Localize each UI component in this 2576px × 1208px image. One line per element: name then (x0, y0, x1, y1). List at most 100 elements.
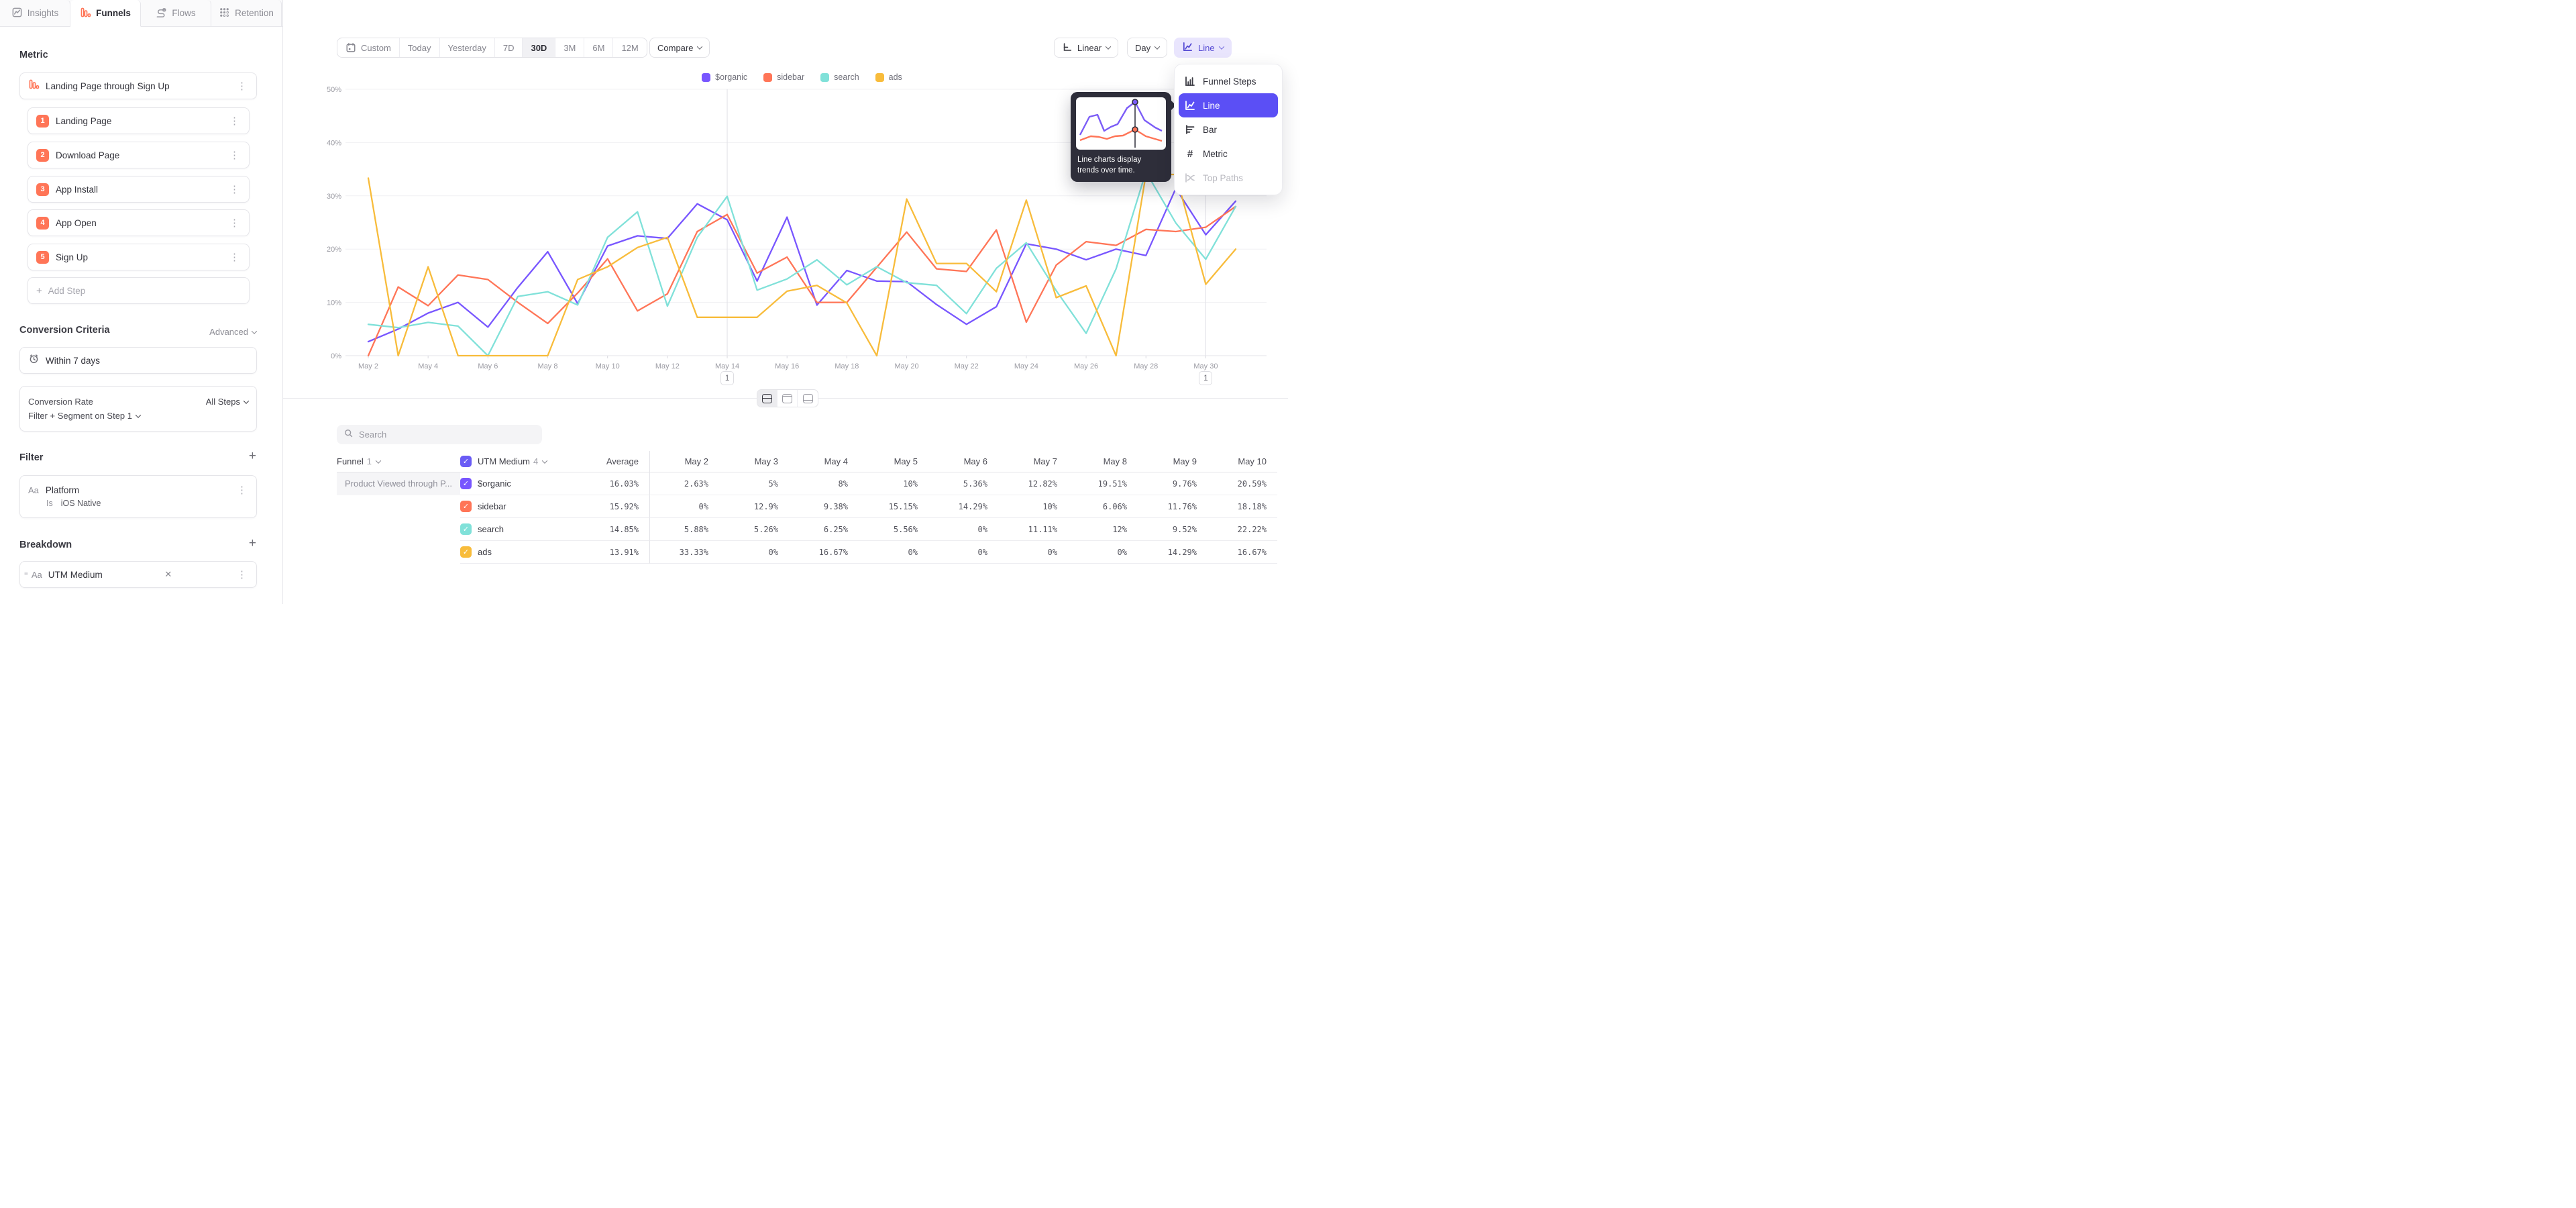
value-cell: 6.06% (1068, 495, 1138, 518)
tab-insights[interactable]: Insights (0, 0, 70, 27)
value-cell: 11.76% (1138, 495, 1208, 518)
value-cell: 16.67% (789, 541, 859, 564)
metric-title: Landing Page through Sign Up (46, 81, 170, 91)
breakdown-kebab-icon[interactable]: ⋮ (234, 570, 250, 580)
series-checkbox[interactable]: ✓ (460, 478, 472, 489)
filter-value[interactable]: iOS Native (61, 499, 101, 508)
breakdown-column-header[interactable]: ✓UTM Medium4 (460, 451, 578, 472)
value-cell: 12% (1068, 518, 1138, 541)
average-value-cell: 15.92% (578, 495, 649, 518)
all-steps-dropdown[interactable]: All Steps (206, 397, 248, 407)
value-cell: 0% (719, 541, 789, 564)
funnel-step-3[interactable]: 3App Install⋮ (28, 176, 250, 203)
svg-text:May 28: May 28 (1134, 362, 1158, 370)
series-checkbox[interactable]: ✓ (460, 501, 472, 512)
menu-item-metric[interactable]: #Metric (1179, 142, 1278, 166)
menu-item-funnel-steps[interactable]: Funnel Steps (1179, 69, 1278, 93)
filter-operator[interactable]: Is (46, 499, 53, 508)
table-row-name-organic: ✓$organic (460, 472, 578, 495)
breakdown-property-name: UTM Medium (48, 570, 103, 580)
menu-item-bar[interactable]: Bar (1179, 117, 1278, 142)
value-cell: 0% (1068, 541, 1138, 564)
funnel-step-2[interactable]: 2Download Page⋮ (28, 142, 250, 168)
funnel-step-5[interactable]: 5 Sign Up ⋮ (28, 244, 250, 270)
average-column-header: Average (578, 451, 649, 472)
chevron-down-icon (136, 412, 141, 417)
conversion-rate-label: Conversion Rate (28, 397, 93, 407)
annotation-badge-may-30[interactable]: 1 (1199, 371, 1212, 385)
funnel-step-1[interactable]: 1Landing Page⋮ (28, 107, 250, 134)
svg-text:May 26: May 26 (1074, 362, 1098, 370)
table-search-input[interactable]: Search (337, 425, 542, 444)
split-horizontal-view-icon[interactable] (757, 390, 777, 407)
tab-flows[interactable]: Flows (141, 0, 211, 27)
date-column-header: May 7 (998, 451, 1068, 472)
step-label: Sign Up (56, 252, 88, 262)
filter-segment-dropdown[interactable]: Filter + Segment on Step 1 (28, 411, 140, 421)
plus-icon: + (36, 285, 42, 297)
step-kebab-icon[interactable]: ⋮ (227, 218, 242, 228)
value-cell: 14.29% (1138, 541, 1208, 564)
value-cell: 12.82% (998, 472, 1068, 495)
series-checkbox[interactable]: ✓ (460, 523, 472, 535)
tab-retention[interactable]: Retention (211, 0, 282, 27)
drag-handle-icon[interactable]: ≡ (24, 572, 28, 577)
step-number-badge: 5 (36, 251, 49, 264)
value-cell: 8% (789, 472, 859, 495)
step-label: Download Page (56, 150, 119, 160)
svg-text:50%: 50% (327, 86, 341, 94)
search-placeholder: Search (359, 430, 386, 440)
table-row-name-ads: ✓ads (460, 541, 578, 564)
step-number-badge: 3 (36, 183, 49, 196)
funnel-metric-icon (28, 79, 40, 93)
date-column-header: May 9 (1138, 451, 1208, 472)
date-column-header: May 6 (928, 451, 998, 472)
svg-text:40%: 40% (327, 139, 341, 147)
value-cell: 5.56% (859, 518, 928, 541)
date-column-header: May 3 (719, 451, 789, 472)
bar-chart-icon (1184, 123, 1196, 136)
search-icon (343, 428, 354, 442)
step-kebab-icon[interactable]: ⋮ (227, 185, 242, 195)
conversion-window-label: Within 7 days (46, 356, 100, 366)
table-bottom-view-icon[interactable] (798, 390, 818, 407)
breakdown-card-utm-medium[interactable]: ≡ Aa UTM Medium ✕ ⋮ (19, 561, 257, 588)
filter-card-platform[interactable]: Aa Platform ⋮ Is iOS Native (19, 475, 257, 518)
remove-breakdown-icon[interactable]: ✕ (160, 569, 176, 580)
metric-card[interactable]: Landing Page through Sign Up ⋮ (19, 72, 257, 99)
tab-funnels[interactable]: Funnels (70, 0, 141, 27)
step-kebab-icon[interactable]: ⋮ (227, 116, 242, 126)
menu-item-line[interactable]: Line (1179, 93, 1278, 117)
advanced-dropdown[interactable]: Advanced (209, 327, 256, 337)
chevron-down-icon (542, 458, 547, 463)
chart-top-view-icon[interactable] (777, 390, 798, 407)
step-kebab-icon[interactable]: ⋮ (227, 150, 242, 160)
funnels-icon (80, 7, 91, 20)
add-breakdown-button[interactable]: + (249, 537, 256, 550)
funnel-step-4[interactable]: 4App Open⋮ (28, 209, 250, 236)
value-cell: 11.11% (998, 518, 1068, 541)
top-paths-icon (1184, 172, 1196, 184)
step-number-badge: 1 (36, 115, 49, 128)
add-step-button[interactable]: + Add Step (28, 277, 250, 304)
step-kebab-icon[interactable]: ⋮ (227, 252, 242, 262)
date-column-header: May 10 (1208, 451, 1277, 472)
series-checkbox[interactable]: ✓ (460, 546, 472, 558)
conversion-window-card[interactable]: Within 7 days (19, 347, 257, 374)
breakdown-table: Funnel1✓UTM Medium4AverageMay 2May 3May … (337, 451, 1277, 564)
step-label: App Open (56, 218, 97, 228)
value-cell: 0% (928, 541, 998, 564)
svg-text:May 14: May 14 (715, 362, 739, 370)
annotation-badge-may-14[interactable]: 1 (720, 371, 734, 385)
svg-text:May 22: May 22 (955, 362, 979, 370)
property-type-icon: Aa (28, 485, 39, 495)
funnel-name-cell[interactable]: Product Viewed through P... (337, 472, 460, 495)
value-cell: 33.33% (649, 541, 719, 564)
filter-kebab-icon[interactable]: ⋮ (234, 485, 250, 495)
select-all-checkbox[interactable]: ✓ (460, 456, 472, 467)
metric-kebab-icon[interactable]: ⋮ (234, 81, 250, 91)
metric-heading: Metric (19, 50, 48, 60)
chevron-down-icon (376, 458, 381, 463)
add-filter-button[interactable]: + (249, 450, 256, 462)
funnel-column-header[interactable]: Funnel1 (337, 451, 460, 472)
